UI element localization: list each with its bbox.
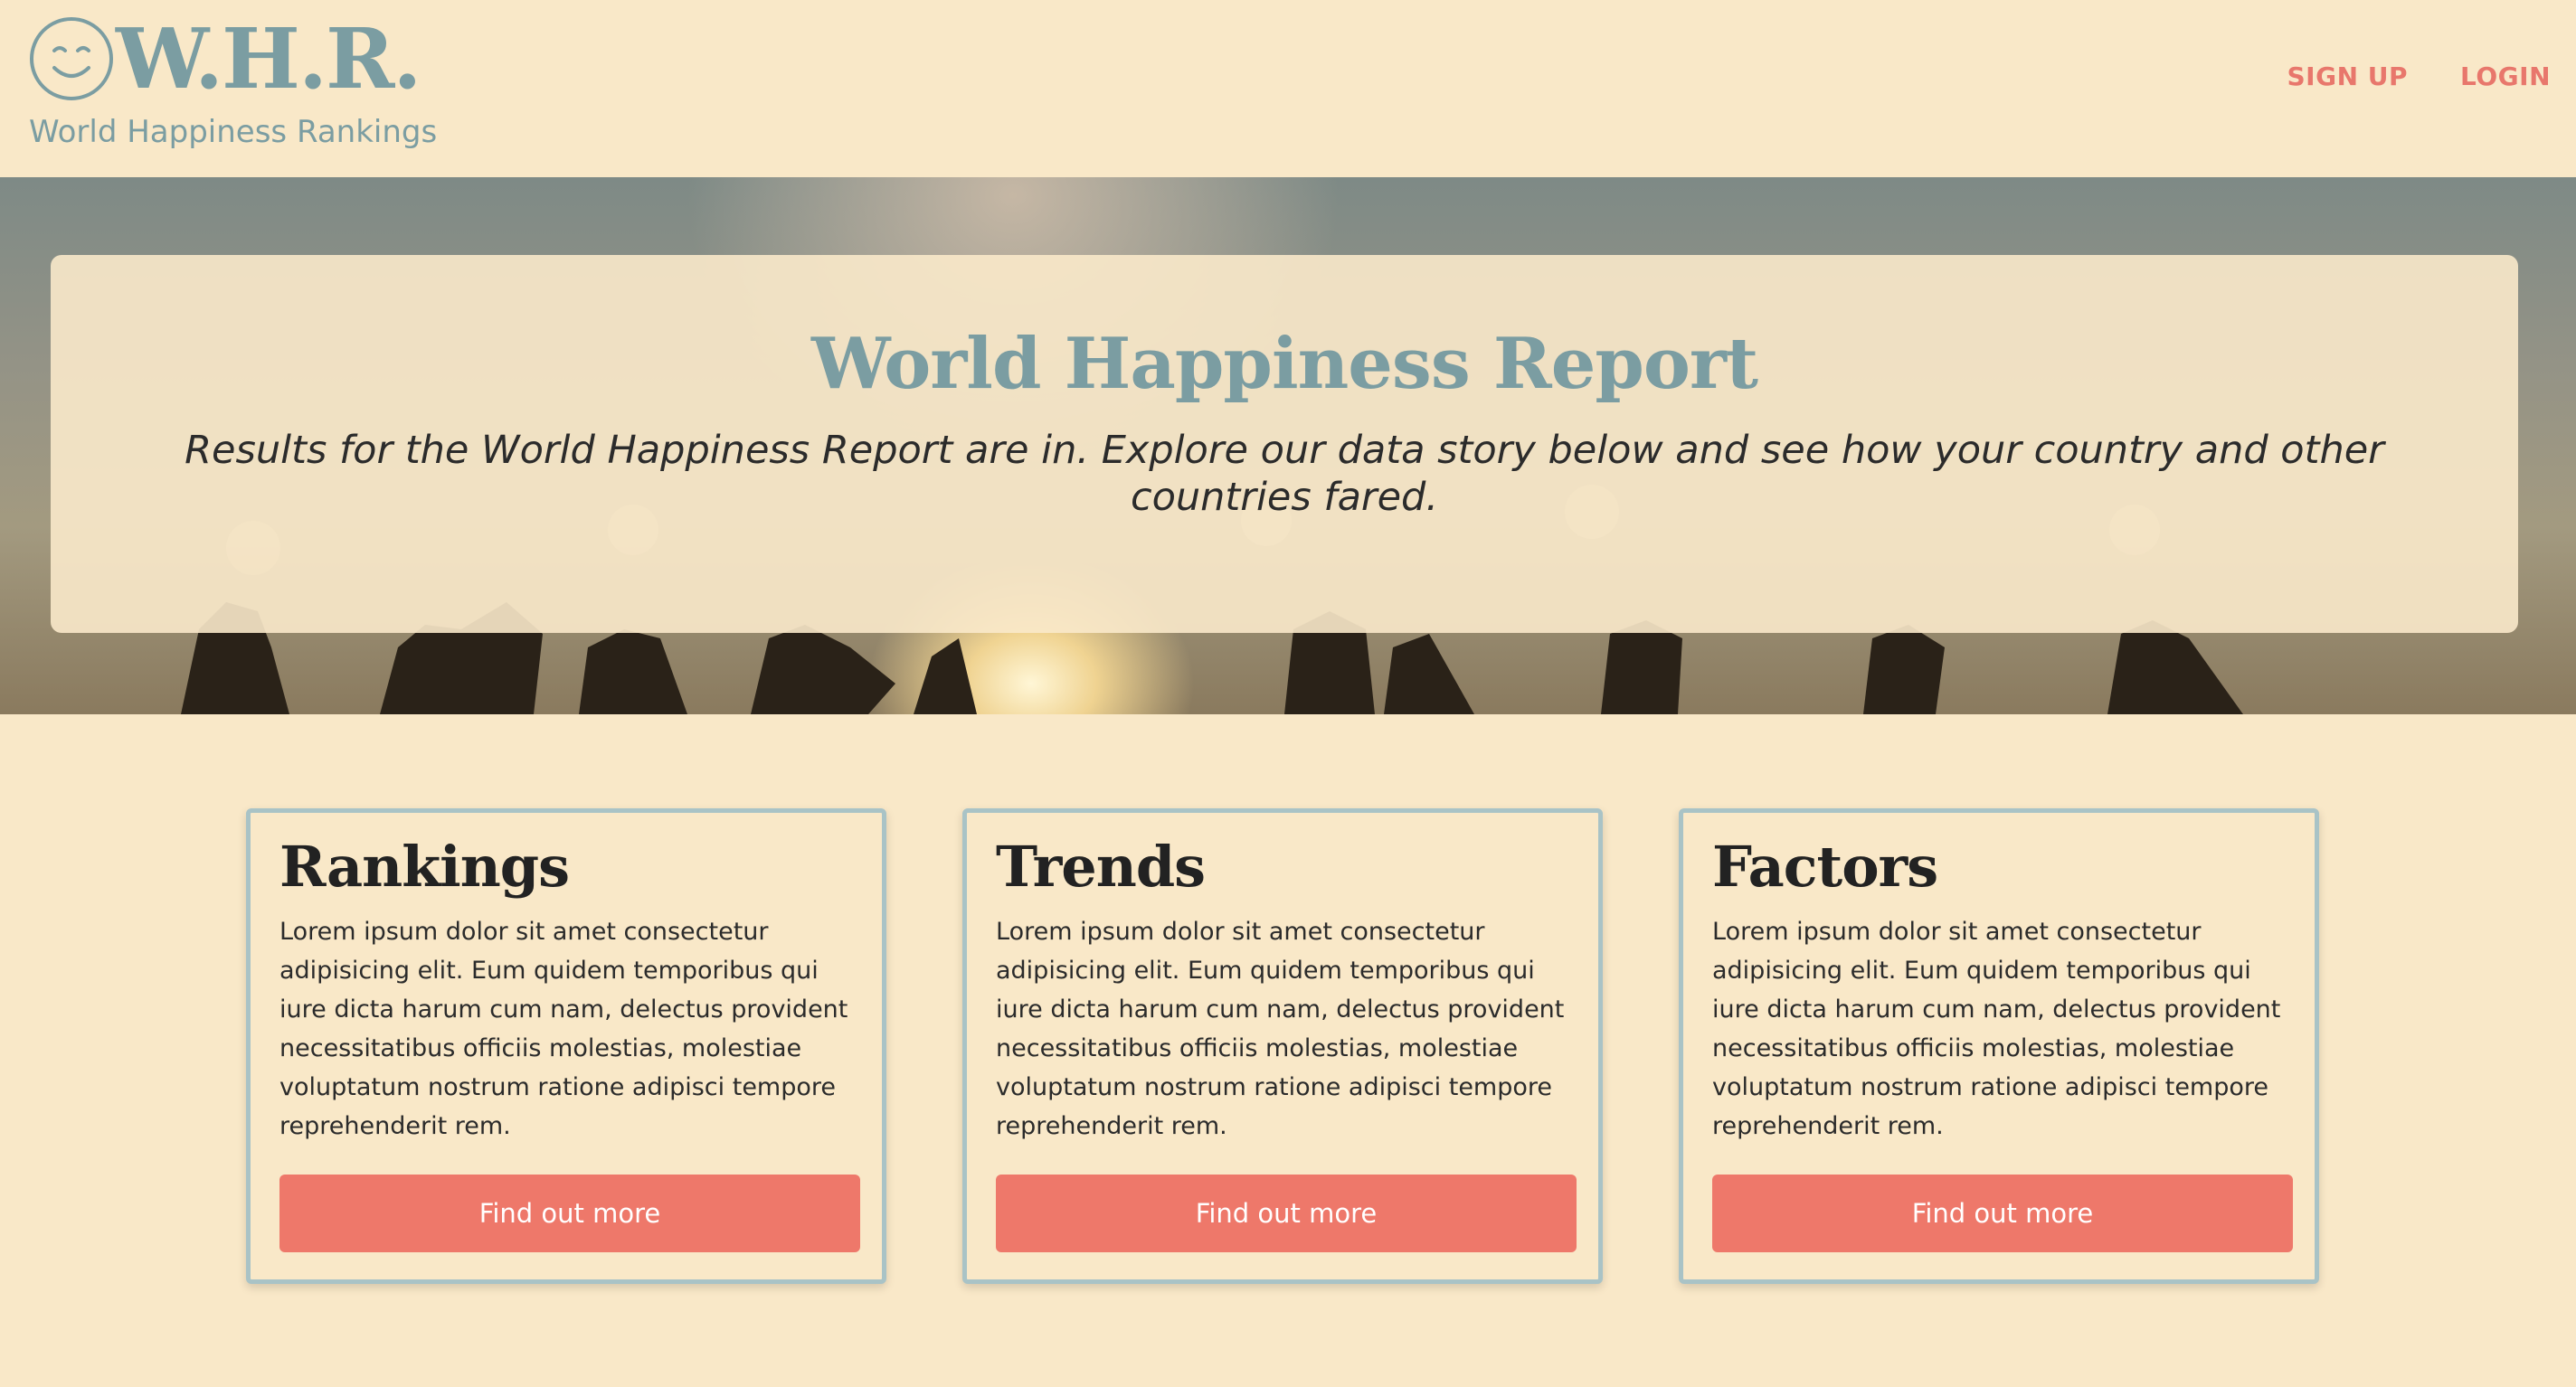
find-out-more-button[interactable]: Find out more [996,1175,1577,1252]
card-title: Rankings [279,834,570,900]
site-header: W.H.R. World Happiness Rankings SIGN UP … [0,0,2576,177]
hero-card: World Happiness Report Results for the W… [51,255,2518,633]
brand-logo-text: W.H.R. [116,10,421,108]
login-link[interactable]: LOGIN [2460,61,2551,91]
card-title: Trends [996,834,1206,900]
brand[interactable]: W.H.R. World Happiness Rankings [29,16,437,150]
card-body: Lorem ipsum dolor sit amet consectetur a… [1712,918,2281,1141]
hero-subtitle: Results for the World Happiness Report a… [185,427,2384,520]
signup-link[interactable]: SIGN UP [2287,61,2409,91]
find-out-more-button[interactable]: Find out more [279,1175,860,1252]
card-title: Factors [1712,834,1938,900]
brand-tagline: World Happiness Rankings [29,114,438,150]
card-rankings: Rankings Lorem ipsum dolor sit amet cons… [246,808,886,1284]
feature-cards: Rankings Lorem ipsum dolor sit amet cons… [246,808,2319,1284]
find-out-more-button[interactable]: Find out more [1712,1175,2293,1252]
hero-banner: World Happiness Report Results for the W… [0,177,2576,714]
brand-row: W.H.R. [29,16,437,101]
card-trends: Trends Lorem ipsum dolor sit amet consec… [962,808,1603,1284]
smiley-icon [30,17,113,100]
card-factors: Factors Lorem ipsum dolor sit amet conse… [1679,808,2319,1284]
top-nav: SIGN UP LOGIN [2287,61,2552,91]
hero-title: World Happiness Report [810,323,1758,405]
card-body: Lorem ipsum dolor sit amet consectetur a… [996,918,1565,1141]
card-body: Lorem ipsum dolor sit amet consectetur a… [279,918,848,1141]
